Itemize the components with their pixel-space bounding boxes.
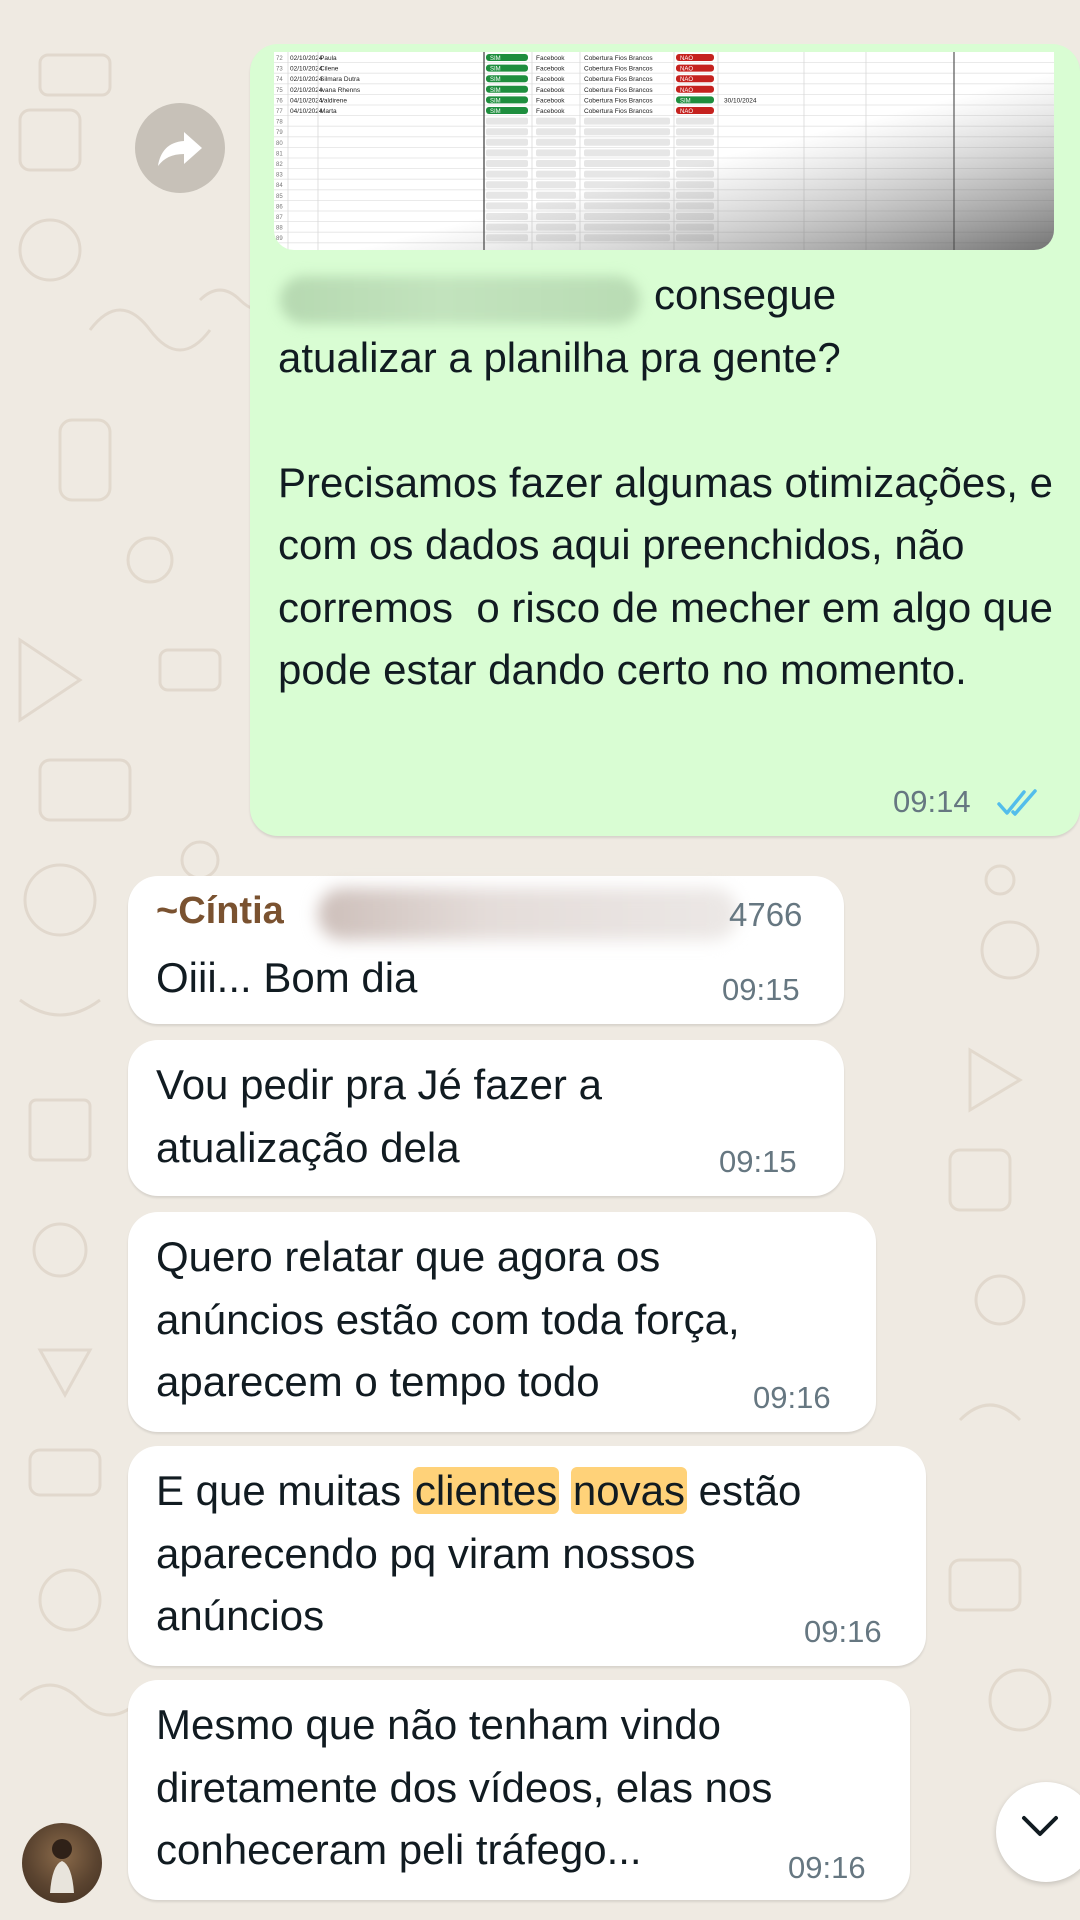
avatar-image bbox=[50, 1839, 74, 1893]
message-text: Quero relatar que agora os anúncios estã… bbox=[156, 1233, 740, 1405]
message-text: Mesmo que não tenham vindo diretamente d… bbox=[156, 1701, 773, 1873]
incoming-message[interactable]: Mesmo que não tenham vindo diretamente d… bbox=[128, 1680, 910, 1900]
incoming-message[interactable]: Quero relatar que agora os anúncios estã… bbox=[128, 1212, 876, 1432]
highlighted-word: clientes bbox=[412, 1467, 560, 1514]
redacted-phone bbox=[318, 888, 738, 940]
message-time: 09:15 bbox=[719, 1144, 797, 1179]
outgoing-message-text: consegue atualizar a planilha pra gente?… bbox=[278, 271, 1054, 693]
highlighted-word: novas bbox=[570, 1467, 687, 1514]
incoming-message[interactable]: Vou pedir pra Jé fazer a atualização del… bbox=[128, 1040, 844, 1196]
forward-button[interactable] bbox=[135, 103, 225, 193]
spreadsheet-image[interactable]: 7202/10/2024PaulaSIMFacebookCobertura Fi… bbox=[274, 52, 1054, 250]
sheet-fade-overlay bbox=[274, 52, 1054, 250]
message-time: 09:16 bbox=[753, 1380, 831, 1415]
chevron-down-icon bbox=[1022, 1816, 1058, 1836]
message-time: 09:16 bbox=[804, 1614, 882, 1649]
outgoing-message[interactable]: 7202/10/2024PaulaSIMFacebookCobertura Fi… bbox=[250, 44, 1080, 836]
double-check-read-icon bbox=[997, 789, 1037, 816]
incoming-message[interactable]: ~Cíntia 4766 Oiii... Bom dia 09:15 bbox=[128, 876, 844, 1024]
message-text: Oiii... Bom dia bbox=[156, 954, 418, 1001]
avatar[interactable] bbox=[22, 1823, 102, 1903]
outgoing-message-time: 09:14 bbox=[893, 784, 971, 819]
message-time: 09:15 bbox=[722, 972, 800, 1007]
sender-phone: 4766 bbox=[729, 896, 803, 933]
message-text: E que muitas clientes novas estão aparec… bbox=[156, 1467, 802, 1639]
forward-arrow-icon bbox=[158, 132, 202, 166]
sender-name: ~Cíntia bbox=[156, 890, 284, 932]
incoming-message[interactable]: E que muitas clientes novas estão aparec… bbox=[128, 1446, 926, 1666]
message-time: 09:16 bbox=[788, 1850, 866, 1885]
